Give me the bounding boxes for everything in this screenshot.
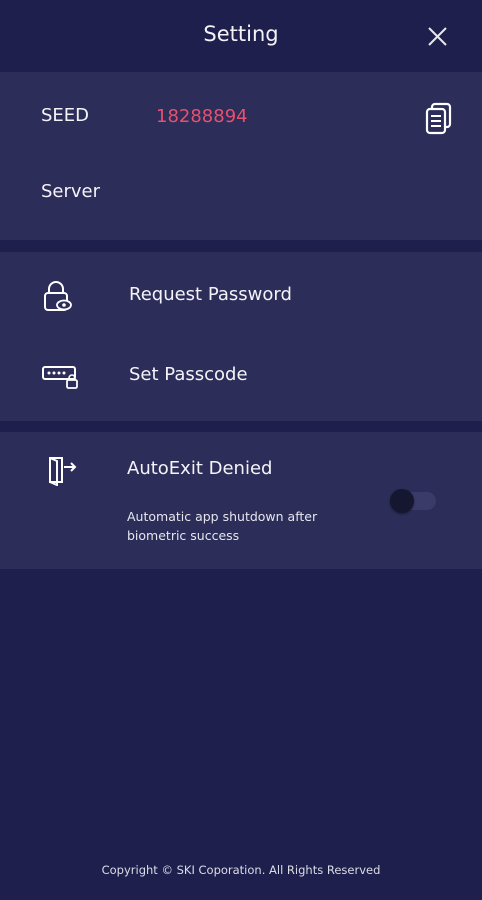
close-icon bbox=[428, 27, 447, 46]
passcode-keyboard-icon bbox=[40, 360, 80, 394]
request-password-label: Request Password bbox=[129, 284, 292, 305]
seed-panel: SEED 18288894 Server bbox=[0, 72, 482, 240]
header-bar: Setting bbox=[0, 0, 482, 72]
page-title: Setting bbox=[203, 22, 279, 46]
copy-seed-button[interactable] bbox=[424, 102, 454, 136]
auto-exit-panel: AutoExit Denied Automatic app shutdown a… bbox=[0, 432, 482, 569]
exit-door-icon bbox=[46, 454, 82, 487]
close-button[interactable] bbox=[422, 22, 452, 52]
seed-value: 18288894 bbox=[156, 106, 248, 127]
copyright-footer: Copyright © SKI Coporation. All Rights R… bbox=[101, 863, 381, 877]
auto-exit-description: Automatic app shutdown after biometric s… bbox=[127, 509, 318, 543]
request-password-item[interactable]: Request Password bbox=[0, 258, 482, 334]
set-passcode-label: Set Passcode bbox=[129, 364, 248, 385]
seed-label: SEED bbox=[41, 105, 90, 126]
copy-icon bbox=[425, 102, 452, 135]
lock-eye-icon bbox=[40, 280, 80, 314]
set-passcode-item[interactable]: Set Passcode bbox=[0, 338, 482, 414]
menu-panel: Request Password Set Passcode bbox=[0, 252, 482, 421]
auto-exit-toggle[interactable] bbox=[390, 488, 438, 514]
server-label: Server bbox=[41, 181, 101, 202]
auto-exit-title: AutoExit Denied bbox=[127, 458, 273, 479]
toggle-knob bbox=[390, 489, 414, 513]
